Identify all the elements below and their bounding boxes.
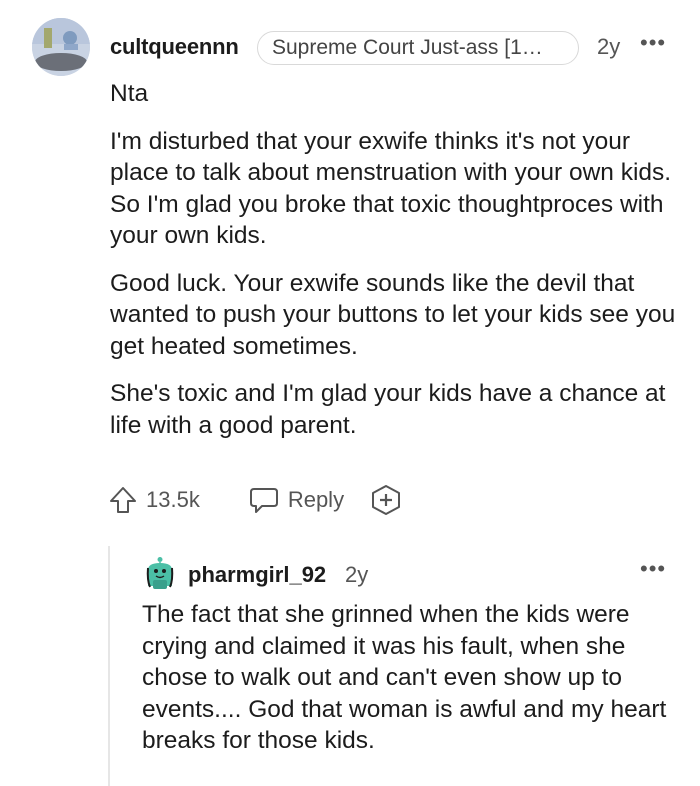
upvote-icon <box>110 487 136 513</box>
award-plus-icon <box>372 485 401 515</box>
comment-age: 2y <box>597 34 621 59</box>
reply-body: The fact that she grinned when the kids … <box>142 599 672 757</box>
user-flair: Supreme Court Just-ass [1… <box>257 31 579 65</box>
reply-text: The fact that she grinned when the kids … <box>142 601 667 754</box>
comment-paragraph: I'm disturbed that your exwife thinks it… <box>110 127 672 250</box>
comment-username[interactable]: cultqueennn <box>110 34 239 60</box>
reply-button[interactable]: Reply <box>248 485 344 515</box>
comment-icon <box>249 488 278 513</box>
comment-paragraph: Good luck. Your exwife sounds like the d… <box>110 269 676 360</box>
reply-label: Reply <box>287 487 345 512</box>
comment-actions: 13.5k Reply <box>108 480 402 520</box>
comment-body: Nta I'm disturbed that your exwife think… <box>110 78 680 457</box>
snoo-avatar-icon <box>146 557 174 589</box>
reply-more-button[interactable]: ••• <box>640 556 666 582</box>
avatar-image <box>32 18 90 76</box>
reply-avatar[interactable] <box>143 556 177 590</box>
thread-line[interactable] <box>108 546 110 786</box>
award-button[interactable] <box>370 484 402 516</box>
upvote-button[interactable]: 13.5k <box>108 485 200 515</box>
comment-more-button[interactable]: ••• <box>640 30 666 56</box>
more-icon: ••• <box>640 556 667 581</box>
more-icon: ••• <box>640 30 667 55</box>
user-avatar[interactable] <box>32 18 90 76</box>
comment-paragraph: She's toxic and I'm glad your kids have … <box>110 380 666 439</box>
reply-username[interactable]: pharmgirl_92 <box>188 562 326 588</box>
comment-paragraph: Nta <box>110 80 149 107</box>
reply-age: 2y <box>345 562 369 587</box>
vote-count: 13.5k <box>146 487 200 512</box>
